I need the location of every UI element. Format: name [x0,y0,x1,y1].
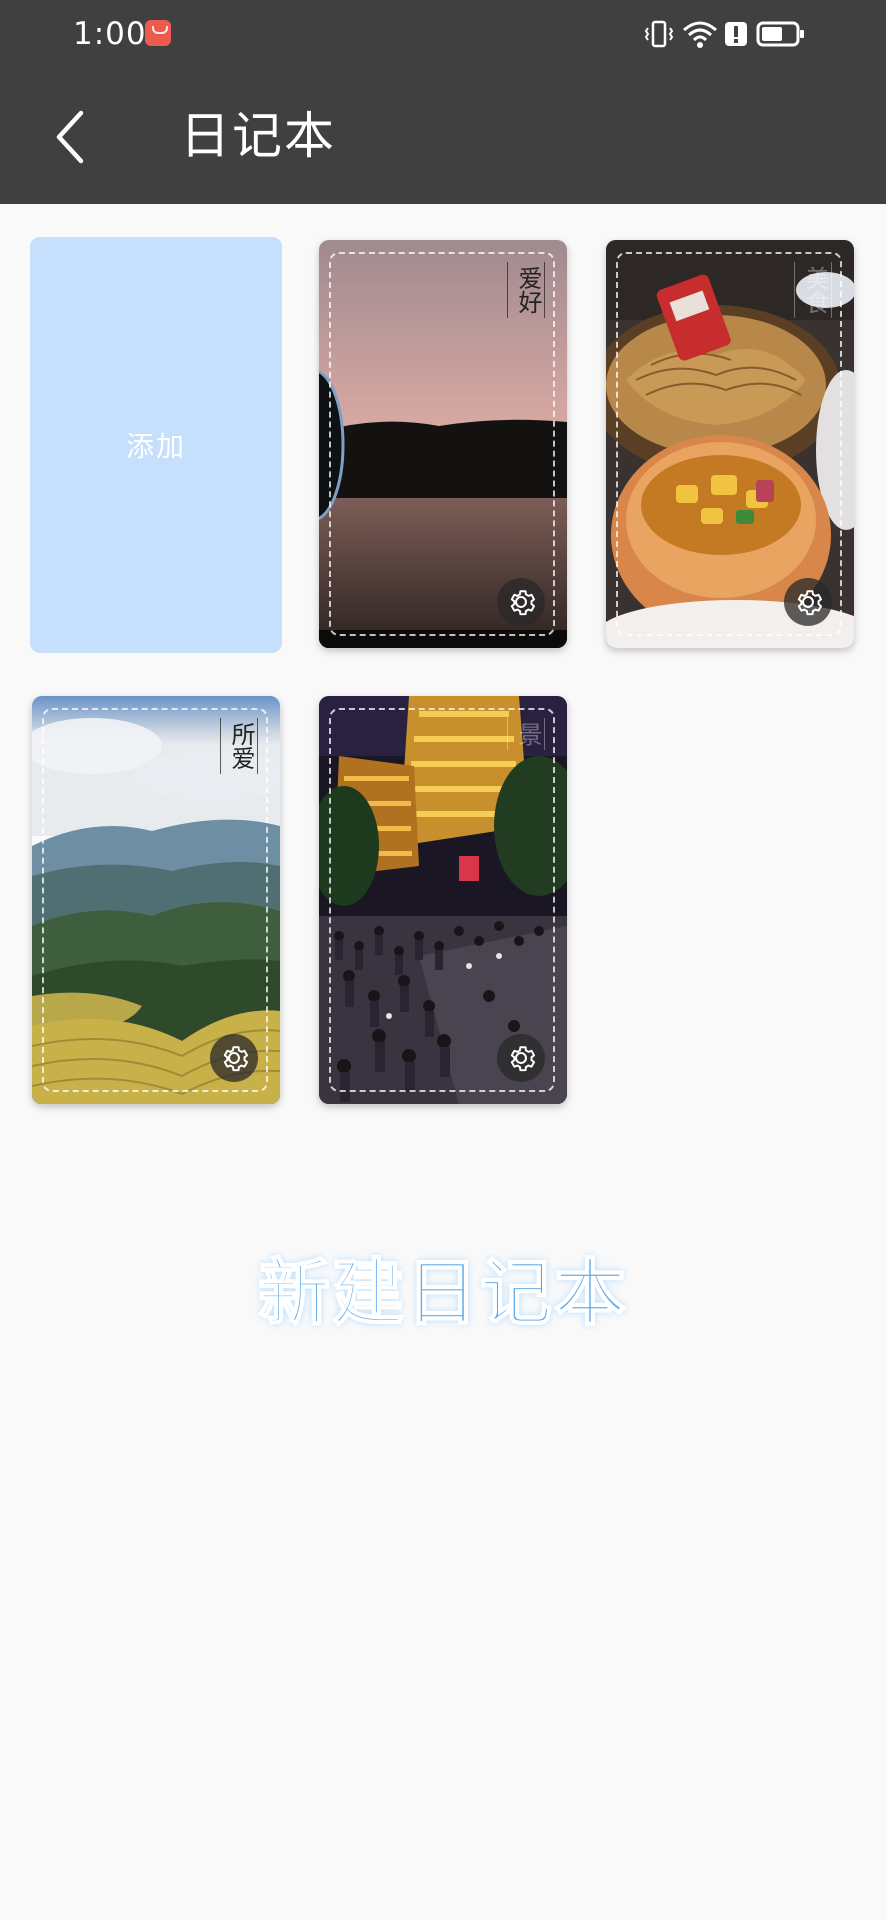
gear-icon [510,1046,536,1072]
notebook-label: 所爱 [220,718,258,774]
status-icons [644,18,814,50]
notebook-card[interactable]: 景 [319,696,567,1104]
notebook-label: 景 [507,718,545,750]
promo-caption: 新建日记本 [257,1250,628,1336]
notebook-settings-button[interactable] [784,578,832,626]
status-bar: 1:00 [0,0,886,70]
notebook-settings-button[interactable] [210,1034,258,1082]
battery-icon [756,21,804,47]
notebook-label: 美食 [794,262,832,318]
notebook-settings-button[interactable] [497,578,545,626]
gear-icon [223,1046,249,1072]
notebook-card[interactable]: 美食 [606,240,854,648]
gear-icon [510,590,536,616]
chevron-left-icon [56,110,84,164]
alert-icon [725,22,747,46]
status-time: 1:00 [73,16,147,52]
back-button[interactable] [40,102,102,172]
gear-icon [797,590,823,616]
add-notebook-card[interactable]: 添加 [30,237,282,653]
vibrate-icon [644,20,674,48]
app-bar: 日记本 [0,70,886,204]
app-badge-icon [145,20,171,46]
notebook-settings-button[interactable] [497,1034,545,1082]
wifi-icon [683,21,717,48]
notebook-card[interactable]: 爱好 [319,240,567,648]
add-notebook-label: 添加 [125,430,186,463]
notebook-label: 爱好 [507,262,545,318]
page-title: 日记本 [180,107,336,165]
notebook-card[interactable]: 所爱 [32,696,280,1104]
